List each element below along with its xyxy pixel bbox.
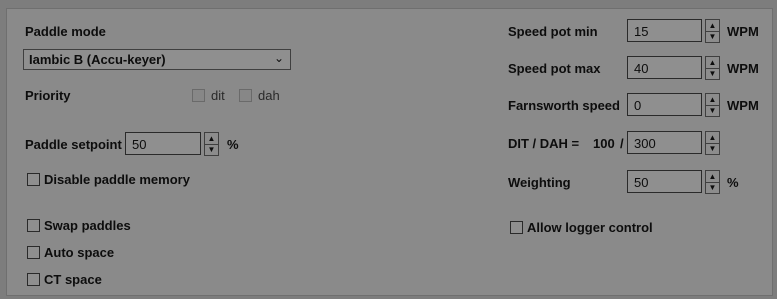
paddle-setpoint-value: 50 [132,137,147,152]
weighting-spinner[interactable]: ▲ ▼ [705,170,720,194]
speed-pot-min-spinner[interactable]: ▲ ▼ [705,19,720,43]
ct-space-label: CT space [44,272,102,287]
dit-value: 100 [593,136,615,151]
speed-pot-max-label: Speed pot max [508,61,601,76]
speed-pot-min-unit: WPM [727,24,759,39]
weighting-label: Weighting [508,175,571,190]
speed-pot-min-input[interactable]: 15 [627,19,702,42]
swap-paddles-checkbox[interactable] [27,219,40,232]
paddle-setpoint-unit: % [227,137,239,152]
weighting-input[interactable]: 50 [627,170,702,193]
keyer-settings-panel: Paddle mode Iambic B (Accu-keyer) ⌄ Prio… [6,8,773,296]
priority-dit-checkbox[interactable] [192,89,205,102]
dit-dah-label: DIT / DAH = [508,136,580,151]
chevron-down-icon: ⌄ [273,51,284,65]
spin-down-icon[interactable]: ▼ [706,182,719,193]
disable-paddle-memory-label: Disable paddle memory [44,172,190,187]
priority-label: Priority [25,88,71,103]
weighting-unit: % [727,175,739,190]
auto-space-label: Auto space [44,245,115,260]
paddle-setpoint-input[interactable]: 50 [125,132,201,155]
dit-dah-separator: / [620,136,624,151]
speed-pot-min-label: Speed pot min [508,24,598,39]
priority-dah-label: dah [258,88,280,103]
farnsworth-speed-spinner[interactable]: ▲ ▼ [705,93,720,117]
speed-pot-max-value: 40 [634,61,649,76]
paddle-mode-value: Iambic B (Accu-keyer) [29,52,166,67]
disable-paddle-memory-checkbox[interactable] [27,173,40,186]
allow-logger-control-checkbox[interactable] [510,221,523,234]
spin-down-icon[interactable]: ▼ [205,144,218,155]
priority-dit-label: dit [211,88,225,103]
priority-dah-checkbox[interactable] [239,89,252,102]
paddle-mode-label: Paddle mode [25,24,106,39]
swap-paddles-label: Swap paddles [44,218,131,233]
farnsworth-speed-label: Farnsworth speed [508,98,620,113]
speed-pot-max-input[interactable]: 40 [627,56,702,79]
auto-space-checkbox[interactable] [27,246,40,259]
paddle-mode-select[interactable]: Iambic B (Accu-keyer) ⌄ [23,49,291,70]
speed-pot-max-unit: WPM [727,61,759,76]
weighting-value: 50 [634,175,649,190]
dah-input[interactable]: 300 [627,131,702,154]
ct-space-checkbox[interactable] [27,273,40,286]
dah-spinner[interactable]: ▲ ▼ [705,131,720,155]
spin-down-icon[interactable]: ▼ [706,31,719,42]
dah-value: 300 [634,136,656,151]
farnsworth-speed-value: 0 [634,98,642,113]
spin-down-icon[interactable]: ▼ [706,105,719,116]
farnsworth-speed-input[interactable]: 0 [627,93,702,116]
speed-pot-max-spinner[interactable]: ▲ ▼ [705,56,720,80]
allow-logger-control-label: Allow logger control [527,220,653,235]
farnsworth-speed-unit: WPM [727,98,759,113]
spin-down-icon[interactable]: ▼ [706,68,719,79]
paddle-setpoint-spinner[interactable]: ▲ ▼ [204,132,219,156]
paddle-setpoint-label: Paddle setpoint [25,137,122,152]
speed-pot-min-value: 15 [634,24,649,39]
spin-down-icon[interactable]: ▼ [706,143,719,154]
